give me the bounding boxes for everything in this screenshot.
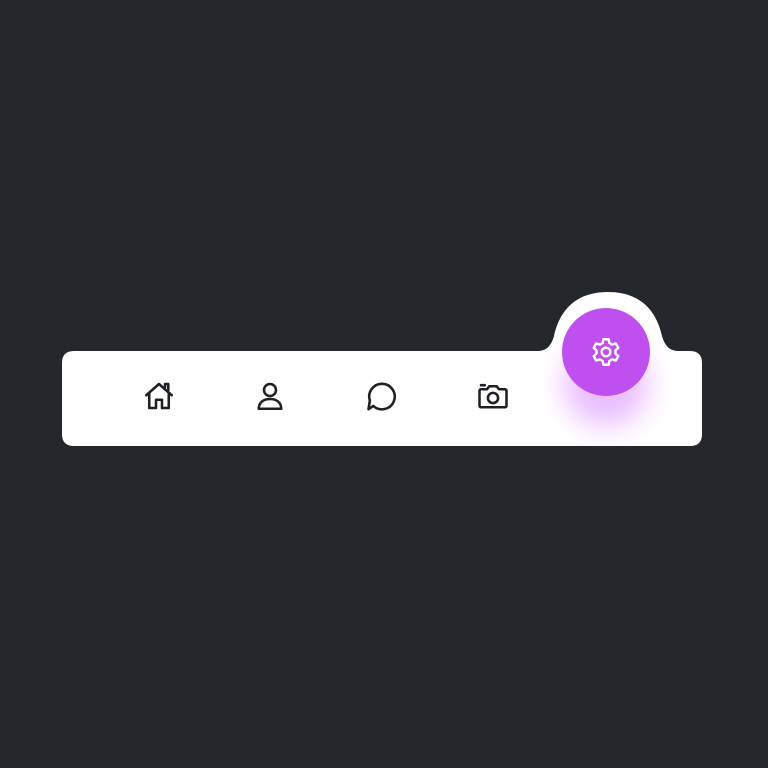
nav-item-profile[interactable]	[246, 372, 294, 420]
home-icon	[144, 382, 174, 410]
camera-icon	[478, 383, 508, 409]
user-icon	[257, 382, 283, 411]
nav-item-camera[interactable]	[469, 372, 517, 420]
nav-item-home[interactable]	[135, 372, 183, 420]
nav-item-messages[interactable]	[358, 372, 406, 420]
settings-button[interactable]	[562, 308, 650, 396]
bottom-navigation-bar	[62, 292, 702, 448]
chat-icon	[367, 382, 396, 411]
settings-icon	[592, 338, 620, 366]
